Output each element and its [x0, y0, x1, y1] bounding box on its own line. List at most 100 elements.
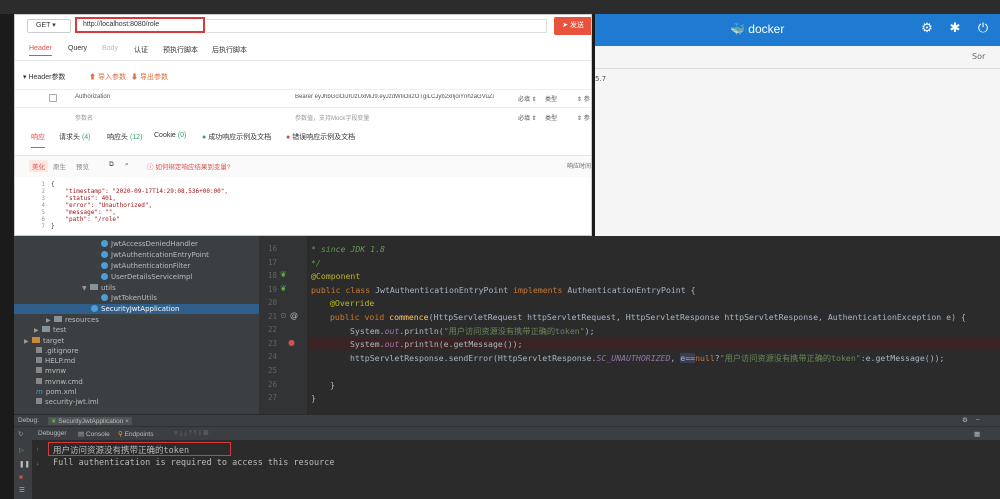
line-number: 3	[41, 195, 45, 202]
step-toolbar[interactable]: ≡ ⤓ ⤓ ⤒ ⤒ ↧ ▦ ⋮	[174, 430, 212, 438]
gear-icon[interactable]: ⚙	[916, 18, 938, 40]
down-arrow-icon[interactable]: ↓	[36, 460, 39, 467]
tree-item[interactable]: JwtAccessDeniedHandler	[101, 240, 198, 248]
bug-icon[interactable]: ✱	[944, 18, 966, 40]
tab-console[interactable]: ▤ Console	[78, 430, 110, 438]
code-line-22: System.out.println("用户访问资源没有携带正确的token")…	[350, 326, 595, 336]
format-pretty[interactable]: 美化	[29, 160, 48, 172]
tree-item[interactable]: security-jwt.iml	[36, 398, 99, 406]
annotation-gutter-icon[interactable]: @	[290, 311, 298, 320]
stop-icon[interactable]: ■	[19, 474, 23, 481]
view-breakpoints-icon[interactable]: ☰	[19, 486, 25, 494]
folder-icon	[90, 284, 98, 290]
tab-response-headers[interactable]: 响应头 (12)	[107, 132, 142, 142]
code-line: "message": "",	[51, 209, 117, 216]
spring-bean-icon[interactable]: ❦	[280, 270, 287, 279]
send-button[interactable]: ➤ 发送	[554, 17, 591, 35]
line-number: 19	[267, 285, 277, 294]
desc-cell[interactable]: ⇕ 参	[577, 113, 590, 122]
tab-endpoints[interactable]: ⚲ Endpoints	[118, 430, 154, 438]
collapse-arrow-icon: ▶	[34, 327, 39, 334]
tab-debugger[interactable]: Debugger	[38, 430, 67, 437]
tree-item[interactable]: mvnw	[36, 367, 66, 375]
required-select[interactable]: 必填 ⇕	[518, 94, 537, 103]
tree-item[interactable]: JwtAuthenticationEntryPoint	[101, 251, 209, 259]
code-line: "error": "Unauthorized",	[51, 202, 153, 209]
docker-sort-label[interactable]: Sor	[972, 52, 985, 61]
arrow-up-icon: ⬆	[89, 74, 98, 81]
header-value-placeholder[interactable]: 参数值，支持Mock字段变量	[295, 113, 369, 122]
power-icon[interactable]: ⏻	[972, 18, 994, 40]
response-body: 1 { 2 "timestamp": "2020-09-17T14:29:08.…	[15, 177, 591, 235]
up-arrow-icon[interactable]: ↑	[36, 446, 39, 453]
minimize-icon[interactable]: –	[976, 416, 980, 423]
tab-error-example[interactable]: ● 错误响应示例及文档	[286, 132, 355, 142]
file-icon	[36, 398, 42, 404]
desc-cell[interactable]: ⇕ 参	[577, 94, 590, 103]
tab-post-script[interactable]: 后执行脚本	[212, 45, 247, 55]
tree-item-selected[interactable]: SecurityJwtApplication	[91, 305, 179, 313]
window-top-strip	[0, 0, 1000, 14]
tab-cookie[interactable]: Cookie (0)	[154, 132, 186, 139]
settings-icon[interactable]: ⚙	[962, 416, 968, 424]
maven-icon: m	[36, 388, 43, 396]
breakpoint-icon[interactable]: ●	[288, 338, 295, 347]
rerun-icon[interactable]: ↻	[18, 430, 23, 438]
endpoints-icon: ⚲	[118, 431, 125, 438]
docker-whale-icon: 🐳	[730, 22, 745, 36]
tree-item[interactable]: ▶ target	[24, 337, 64, 345]
code-line: "status": 401,	[51, 195, 117, 202]
arrow-down-icon: ⬇	[131, 74, 140, 81]
tab-pre-script[interactable]: 预执行脚本	[163, 45, 198, 55]
pause-icon[interactable]: ❚❚	[19, 460, 30, 468]
tab-request-headers[interactable]: 请求头 (4)	[59, 132, 91, 142]
tree-item[interactable]: JwtAuthenticationFilter	[101, 262, 190, 270]
debug-config-tab[interactable]: ❦ SecurityJwtApplication ×	[48, 417, 132, 425]
debug-tabs-bar: ↻ Debugger ▤ Console ⚲ Endpoints ≡ ⤓ ⤓ ⤒…	[14, 426, 1000, 440]
spring-bean-icon[interactable]: ❦	[280, 284, 287, 293]
header-value[interactable]: Bearer eyJhbGciOiJIUzUxMiJ9.eyJzdWIiOiI2…	[295, 94, 507, 100]
tree-item[interactable]: ▶ resources	[46, 316, 99, 324]
override-icon[interactable]: ⊙	[280, 311, 287, 320]
line-number: 18	[267, 271, 277, 280]
type-select[interactable]: 类型	[545, 113, 557, 122]
url-input-extension[interactable]	[207, 19, 547, 33]
tab-auth[interactable]: 认证	[134, 45, 148, 55]
tab-response[interactable]: 响应	[31, 132, 45, 148]
type-select[interactable]: 类型	[545, 94, 557, 103]
url-input[interactable]: http://localhost:8080/role	[75, 17, 205, 33]
tab-success-example[interactable]: ● 成功响应示例及文档	[202, 132, 271, 142]
bind-variable-help-link[interactable]: ⓘ 如何绑定响应结果到变量?	[147, 161, 230, 171]
required-select[interactable]: 必填 ⇕	[518, 113, 537, 122]
tree-item[interactable]: .gitignore	[36, 347, 79, 355]
line-number: 22	[267, 325, 277, 334]
tree-item[interactable]: JwtTokenUtils	[101, 294, 157, 302]
search-icon[interactable]: ⌕	[125, 161, 129, 169]
format-preview[interactable]: 预览	[76, 161, 89, 171]
tab-query[interactable]: Query	[68, 45, 87, 52]
tab-header[interactable]: Header	[29, 45, 52, 56]
tree-item[interactable]: HELP.md	[36, 357, 75, 365]
import-params-button[interactable]: ⬆ 导入参数	[89, 72, 126, 82]
tab-body[interactable]: Body	[102, 45, 118, 52]
tree-item[interactable]: UserDetailsServiceImpl	[101, 273, 192, 281]
header-params-toggle[interactable]: ▾ Header参数	[23, 72, 65, 82]
line-number: 20	[267, 298, 277, 307]
format-bar	[15, 155, 591, 177]
class-icon	[101, 251, 108, 258]
copy-icon[interactable]: ⧉	[109, 161, 114, 169]
layout-icon[interactable]: ▦	[974, 430, 980, 438]
method-select[interactable]: GET ▾	[27, 19, 71, 33]
header-name[interactable]: Authorization	[75, 94, 110, 100]
tree-item[interactable]: ▶ test	[34, 326, 66, 334]
format-raw[interactable]: 原生	[53, 161, 66, 171]
header-name-placeholder[interactable]: 参数名	[75, 113, 93, 122]
folder-icon	[42, 326, 50, 332]
tree-item[interactable]: ▼ utils	[82, 284, 116, 292]
row-checkbox[interactable]	[49, 94, 57, 102]
resume-icon[interactable]: ▷	[19, 446, 24, 454]
tree-item[interactable]: mvnw.cmd	[36, 378, 83, 386]
code-line: }	[51, 223, 55, 230]
export-params-button[interactable]: ⬇ 导出参数	[131, 72, 168, 82]
tree-item[interactable]: m pom.xml	[36, 388, 77, 396]
